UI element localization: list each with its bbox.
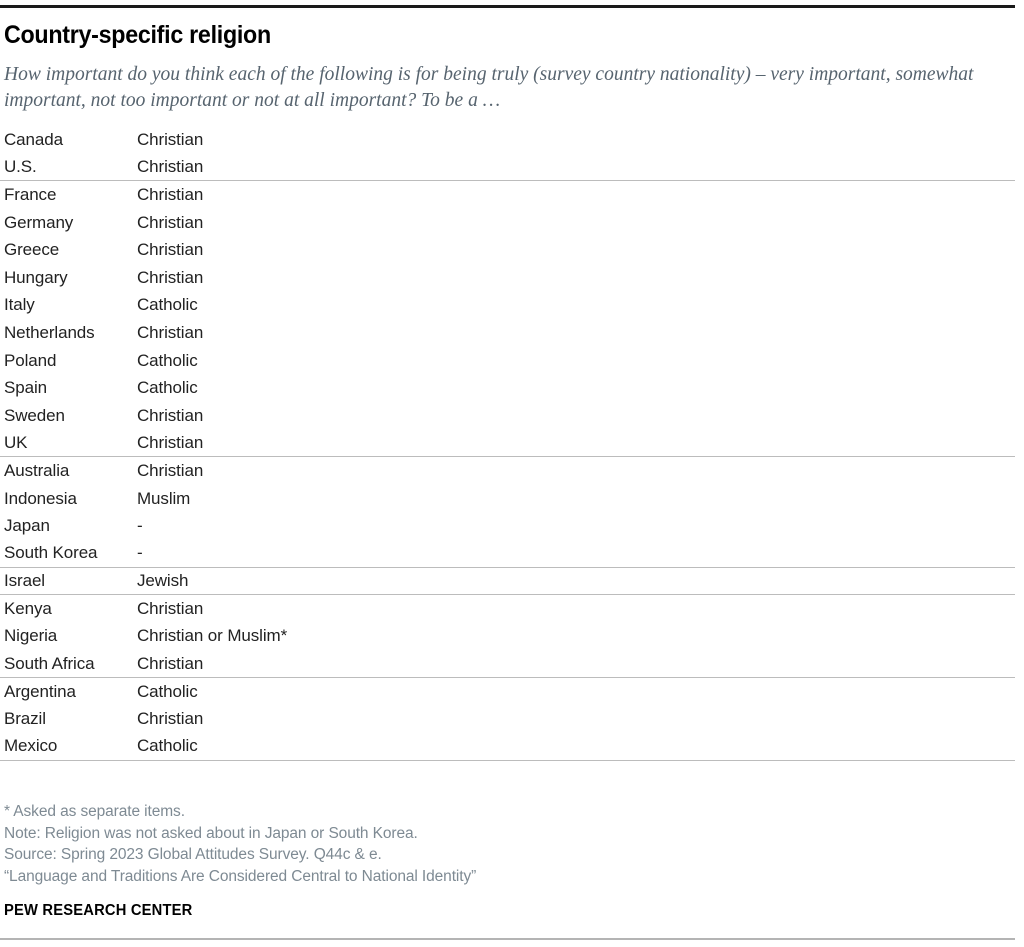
religion-cell: Catholic xyxy=(137,682,1015,702)
religion-cell: Christian xyxy=(137,268,1015,288)
religion-cell: - xyxy=(137,516,1015,536)
report-sheet: Country-specific religion How important … xyxy=(0,0,1024,947)
religion-cell: Christian xyxy=(137,240,1015,260)
footnote-source: Source: Spring 2023 Global Attitudes Sur… xyxy=(4,844,1004,866)
country-cell: France xyxy=(4,185,137,205)
religion-cell: Christian xyxy=(137,323,1015,343)
table-row: NetherlandsChristian xyxy=(0,319,1015,347)
pew-research-center-brand: PEW RESEARCH CENTER xyxy=(4,902,954,920)
table-row: GermanyChristian xyxy=(0,209,1015,237)
country-cell: Brazil xyxy=(4,709,137,729)
footer: * Asked as separate items. Note: Religio… xyxy=(4,801,1004,920)
table-row: Japan- xyxy=(0,512,1015,540)
religion-cell: Catholic xyxy=(137,378,1015,398)
country-cell: Kenya xyxy=(4,599,137,619)
religion-cell: Catholic xyxy=(137,736,1015,756)
country-cell: Mexico xyxy=(4,736,137,756)
religion-table: CanadaChristianU.S.ChristianFranceChrist… xyxy=(0,126,1015,761)
table-row: ItalyCatholic xyxy=(0,292,1015,320)
table-row: HungaryChristian xyxy=(0,264,1015,292)
table-row: U.S.Christian xyxy=(0,154,1015,182)
footnote-report-title: “Language and Traditions Are Considered … xyxy=(4,866,1004,888)
table-row: PolandCatholic xyxy=(0,347,1015,375)
table-row: UKChristian xyxy=(0,430,1015,458)
country-cell: Hungary xyxy=(4,268,137,288)
table-row: SwedenChristian xyxy=(0,402,1015,430)
top-divider xyxy=(0,5,1015,8)
country-cell: Indonesia xyxy=(4,489,137,509)
footnote-asterisk: * Asked as separate items. xyxy=(4,801,1004,823)
table-row: CanadaChristian xyxy=(0,126,1015,154)
religion-cell: Christian xyxy=(137,461,1015,481)
religion-cell: Christian xyxy=(137,130,1015,150)
country-cell: South Korea xyxy=(4,543,137,563)
table-row: BrazilChristian xyxy=(0,705,1015,733)
religion-cell: Muslim xyxy=(137,489,1015,509)
religion-cell: Christian xyxy=(137,185,1015,205)
religion-cell: Christian xyxy=(137,599,1015,619)
country-cell: Spain xyxy=(4,378,137,398)
religion-cell: Christian xyxy=(137,213,1015,233)
country-cell: Canada xyxy=(4,130,137,150)
table-row: GreeceChristian xyxy=(0,236,1015,264)
footnote-note: Note: Religion was not asked about in Ja… xyxy=(4,823,1004,845)
religion-cell: Christian xyxy=(137,157,1015,177)
religion-cell: Christian or Muslim* xyxy=(137,626,1015,646)
country-cell: Argentina xyxy=(4,682,137,702)
country-cell: Italy xyxy=(4,295,137,315)
country-cell: UK xyxy=(4,433,137,453)
country-cell: Germany xyxy=(4,213,137,233)
country-cell: Netherlands xyxy=(4,323,137,343)
religion-cell: Christian xyxy=(137,406,1015,426)
table-row: IndonesiaMuslim xyxy=(0,485,1015,513)
religion-cell: Catholic xyxy=(137,351,1015,371)
table-row: South Korea- xyxy=(0,540,1015,568)
table-row: SpainCatholic xyxy=(0,374,1015,402)
religion-cell: Christian xyxy=(137,709,1015,729)
page-title: Country-specific religion xyxy=(4,22,271,50)
country-cell: U.S. xyxy=(4,157,137,177)
country-cell: Poland xyxy=(4,351,137,371)
religion-cell: Christian xyxy=(137,654,1015,674)
religion-cell: Jewish xyxy=(137,571,1015,591)
country-cell: Australia xyxy=(4,461,137,481)
page-subtitle: How important do you think each of the f… xyxy=(4,62,1004,114)
religion-cell: Christian xyxy=(137,433,1015,453)
country-cell: South Africa xyxy=(4,654,137,674)
table-row: AustraliaChristian xyxy=(0,457,1015,485)
religion-cell: Catholic xyxy=(137,295,1015,315)
country-cell: Sweden xyxy=(4,406,137,426)
country-cell: Israel xyxy=(4,571,137,591)
table-row: ArgentinaCatholic xyxy=(0,678,1015,706)
country-cell: Nigeria xyxy=(4,626,137,646)
religion-cell: - xyxy=(137,543,1015,563)
table-row: KenyaChristian xyxy=(0,595,1015,623)
table-row: FranceChristian xyxy=(0,181,1015,209)
table-row: South AfricaChristian xyxy=(0,650,1015,678)
table-row: MexicoCatholic xyxy=(0,733,1015,761)
table-row: NigeriaChristian or Muslim* xyxy=(0,623,1015,651)
country-cell: Greece xyxy=(4,240,137,260)
country-cell: Japan xyxy=(4,516,137,536)
table-row: IsraelJewish xyxy=(0,568,1015,596)
bottom-divider xyxy=(0,938,1015,940)
